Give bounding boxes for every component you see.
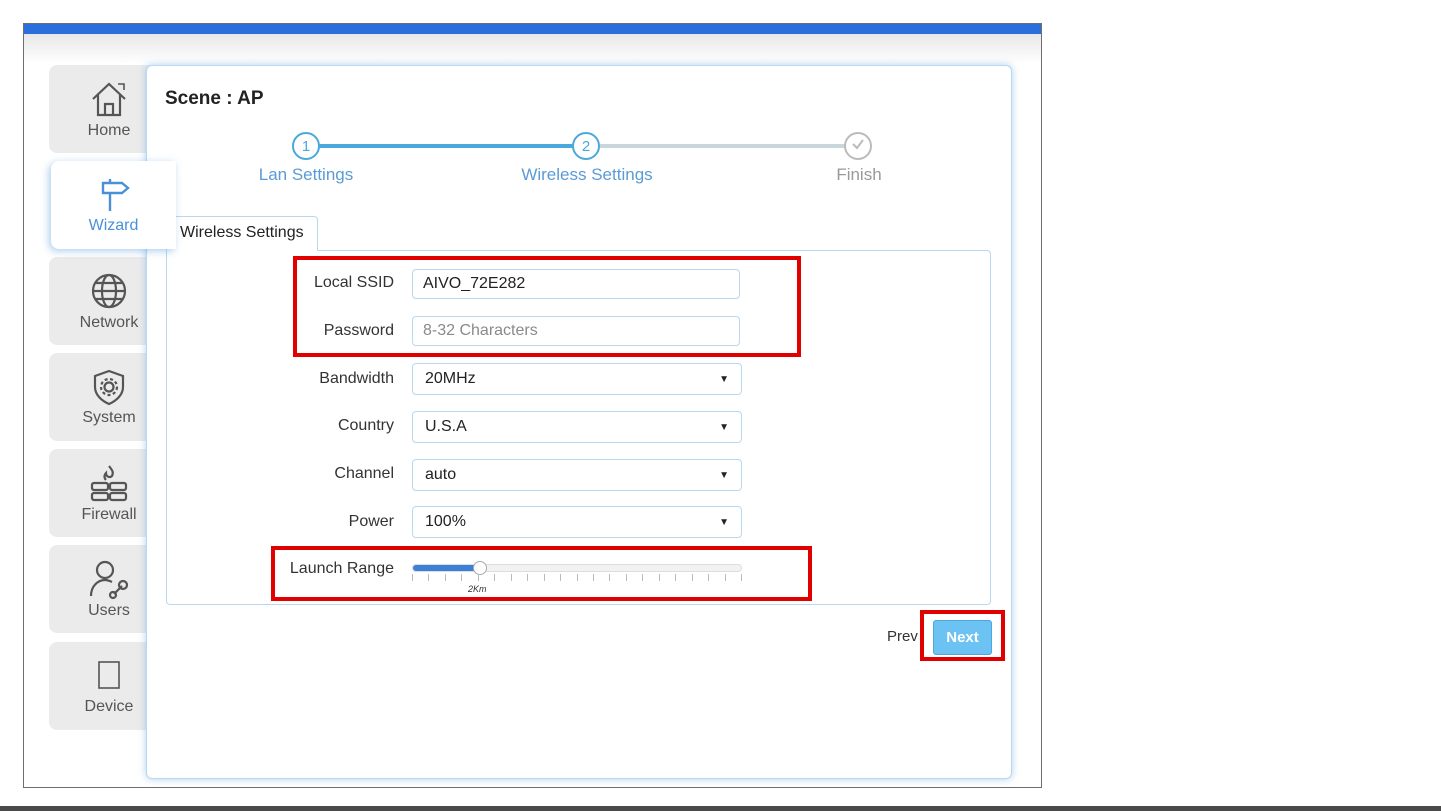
sidebar-item-wizard[interactable]: Wizard xyxy=(51,161,176,249)
slider-tick xyxy=(445,574,446,581)
power-select[interactable]: 100% ▼ xyxy=(412,506,742,538)
slider-value-label: 2Km xyxy=(468,584,487,594)
step-connector-2 xyxy=(600,144,845,148)
gear-shield-icon xyxy=(89,367,129,407)
slider-tick xyxy=(412,574,413,581)
sidebar-item-label: Wizard xyxy=(88,217,139,234)
ssid-label: Local SSID xyxy=(313,274,394,291)
step-finish-circle xyxy=(844,132,872,160)
slider-tick xyxy=(659,574,660,581)
power-label: Power xyxy=(348,513,394,530)
prev-button[interactable]: Prev xyxy=(887,628,918,645)
bottom-strip xyxy=(0,806,1441,811)
page-title: Scene : AP xyxy=(165,88,264,109)
slider-tick xyxy=(609,574,610,581)
slider-tick xyxy=(642,574,643,581)
slider-tick xyxy=(692,574,693,581)
channel-label: Channel xyxy=(334,465,394,482)
signpost-icon xyxy=(94,175,134,215)
globe-icon xyxy=(88,270,130,312)
slider-tick xyxy=(593,574,594,581)
bandwidth-select[interactable]: 20MHz ▼ xyxy=(412,363,742,395)
firewall-icon xyxy=(88,462,130,504)
slider-tick xyxy=(478,574,479,581)
slider-tick xyxy=(725,574,726,581)
sidebar-item-label: Network xyxy=(79,314,139,331)
step-2-circle: 2 xyxy=(572,132,600,160)
slider-tick xyxy=(428,574,429,581)
slider-tick xyxy=(560,574,561,581)
sidebar-item-label: System xyxy=(82,409,136,426)
app-window: Home Wizard Network System Firewall User… xyxy=(23,23,1042,788)
step-label-lan[interactable]: Lan Settings xyxy=(206,165,406,185)
slider-tick xyxy=(708,574,709,581)
password-label: Password xyxy=(323,322,394,339)
channel-select[interactable]: auto ▼ xyxy=(412,459,742,491)
tab-wireless-settings[interactable]: Wireless Settings xyxy=(166,216,318,251)
slider-tick xyxy=(577,574,578,581)
slider-tick xyxy=(511,574,512,581)
next-button[interactable]: Next xyxy=(933,620,992,655)
slider-fill xyxy=(413,565,479,571)
check-icon xyxy=(850,136,866,156)
sidebar-item-label: Home xyxy=(87,122,131,139)
sidebar-item-label: Users xyxy=(88,602,130,619)
country-label: Country xyxy=(337,417,394,434)
sidebar-item-label: Device xyxy=(84,698,134,715)
ssid-input[interactable] xyxy=(412,269,740,299)
home-icon xyxy=(88,78,130,120)
step-label-wireless[interactable]: Wireless Settings xyxy=(487,165,687,185)
slider-ticks xyxy=(412,574,742,582)
slider-handle[interactable] xyxy=(473,561,487,575)
password-input[interactable] xyxy=(412,316,740,346)
slider-tick xyxy=(527,574,528,581)
step-label-finish: Finish xyxy=(836,165,882,184)
device-icon xyxy=(89,656,129,696)
dropdown-arrow-icon: ▼ xyxy=(719,373,729,385)
step-connector-1 xyxy=(319,144,574,148)
launch-range-slider[interactable] xyxy=(412,561,742,575)
user-wrench-icon xyxy=(88,558,130,600)
dropdown-arrow-icon: ▼ xyxy=(719,469,729,481)
step-1-circle: 1 xyxy=(292,132,320,160)
slider-tick xyxy=(544,574,545,581)
slider-tick xyxy=(461,574,462,581)
dropdown-arrow-icon: ▼ xyxy=(719,421,729,433)
bandwidth-label: Bandwidth xyxy=(319,370,394,387)
wizard-panel: Scene : AP 1 2 Lan Settings Wireless Set… xyxy=(146,65,1012,779)
dropdown-arrow-icon: ▼ xyxy=(719,516,729,528)
slider-tick xyxy=(626,574,627,581)
sidebar-item-label: Firewall xyxy=(81,506,137,523)
slider-tick xyxy=(741,574,742,581)
top-bar xyxy=(24,24,1041,34)
slider-tick xyxy=(494,574,495,581)
launch-range-label: Launch Range xyxy=(289,560,394,577)
slider-tick xyxy=(675,574,676,581)
country-select[interactable]: U.S.A ▼ xyxy=(412,411,742,443)
